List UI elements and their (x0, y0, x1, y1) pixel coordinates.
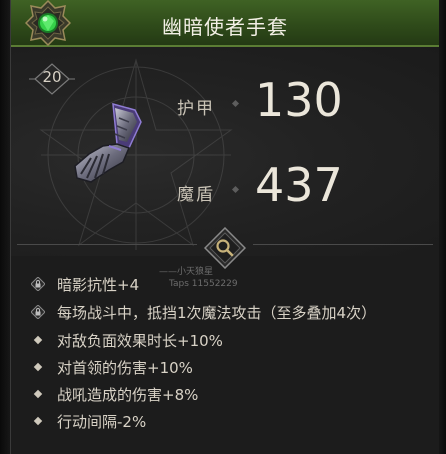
property-item: 对敌负面效果时长+10% (31, 328, 223, 352)
armor-value: 130 (255, 73, 343, 127)
tooltip-header: 幽暗使者手套 (11, 0, 439, 47)
lock-icon (31, 305, 45, 319)
divider-right (253, 244, 433, 245)
property-text: 每场战斗中，抵挡1次魔法攻击（至多叠加4次） (57, 303, 377, 322)
item-name: 幽暗使者手套 (162, 15, 288, 39)
property-item: 暗影抗性+4 (31, 272, 139, 296)
property-item: 战吼造成的伤害+8% (31, 382, 198, 406)
property-text: 暗影抗性+4 (57, 275, 140, 294)
lock-icon (31, 277, 45, 291)
item-level: 20 (42, 68, 62, 86)
inspect-button[interactable] (204, 227, 246, 269)
watermark: ——小天狼星 Taps 11552229 (159, 266, 238, 290)
property-text: 对敌负面效果时长+10% (57, 331, 223, 350)
property-item: 行动间隔-2% (31, 409, 146, 433)
gauntlet-icon[interactable] (69, 100, 147, 188)
property-item: 每场战斗中，抵挡1次魔法攻击（至多叠加4次） (31, 300, 376, 324)
diamond-bullet-icon (33, 362, 43, 372)
armor-label: 护甲 (177, 99, 215, 119)
property-text: 对首领的伤害+10% (57, 358, 193, 377)
item-overview: 20 护甲 130 魔盾 437 (11, 47, 439, 256)
diamond-bullet-icon (33, 389, 43, 399)
property-text: 战吼造成的伤害+8% (57, 385, 199, 404)
magic-shield-label: 魔盾 (177, 185, 215, 205)
property-text: 行动间隔-2% (57, 412, 147, 431)
diamond-bullet-icon (33, 416, 43, 426)
item-tooltip: 幽暗使者手套 20 护甲 130 魔盾 437 暗影抗性+4 每场战斗中，抵挡1… (10, 0, 439, 454)
diamond-bullet-icon (33, 335, 43, 345)
magic-shield-value: 437 (255, 158, 343, 212)
property-item: 对首领的伤害+10% (31, 355, 193, 379)
divider-left (17, 244, 197, 245)
watermark-line-2: Taps 11552229 (169, 279, 238, 289)
